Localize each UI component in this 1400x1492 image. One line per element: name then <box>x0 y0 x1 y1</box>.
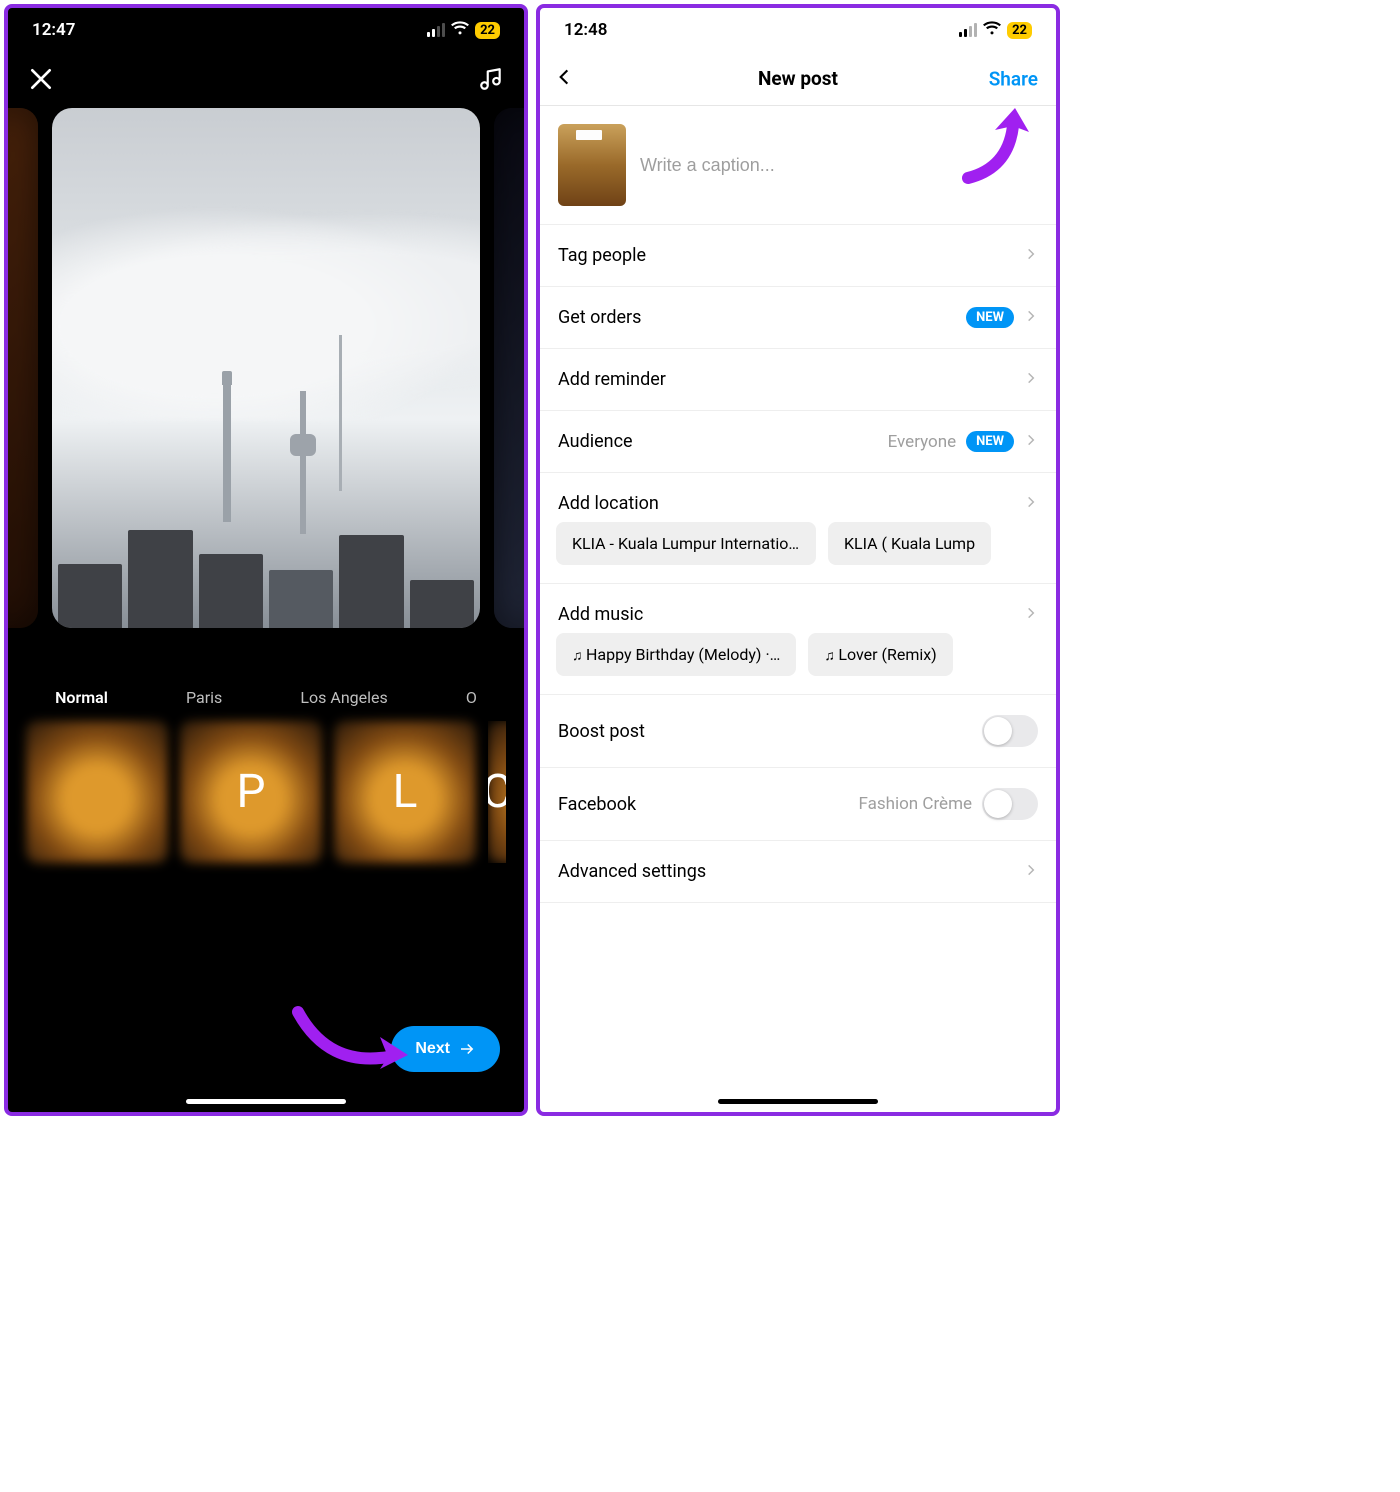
chevron-right-icon <box>1024 369 1038 390</box>
row-tag-people[interactable]: Tag people <box>540 225 1056 287</box>
new-badge: NEW <box>966 307 1014 328</box>
new-badge: NEW <box>966 431 1014 452</box>
row-label: Advanced settings <box>558 861 706 882</box>
battery-indicator: 22 <box>475 22 500 39</box>
signal-icon <box>959 23 977 37</box>
home-indicator <box>718 1099 878 1104</box>
wifi-icon <box>983 20 1001 40</box>
music-chip[interactable]: Happy Birthday (Melody) ·… <box>556 633 796 676</box>
boost-toggle[interactable] <box>982 715 1038 747</box>
next-button-label: Next <box>415 1040 450 1058</box>
filter-thumb-paris[interactable]: P <box>180 721 322 863</box>
row-label: Add reminder <box>558 369 666 390</box>
preview-main[interactable] <box>52 108 480 628</box>
row-advanced-settings[interactable]: Advanced settings <box>540 841 1056 903</box>
row-label: Tag people <box>558 245 646 266</box>
status-right: 22 <box>959 20 1032 40</box>
chevron-right-icon <box>1024 493 1038 514</box>
status-time: 12:47 <box>32 20 75 40</box>
facebook-value: Fashion Crème <box>858 794 972 814</box>
nav-bar: New post Share <box>540 52 1056 106</box>
preview-next[interactable] <box>494 108 524 628</box>
filter-screen: 12:47 22 Normal <box>4 4 528 1116</box>
new-post-screen: 12:48 22 New post Share Tag people Get o… <box>536 4 1060 1116</box>
close-icon[interactable] <box>28 66 54 92</box>
filter-label-los-angeles: Los Angeles <box>300 688 387 707</box>
row-add-location[interactable]: Add location <box>540 473 1056 522</box>
page-title: New post <box>758 67 838 90</box>
filter-thumb-row[interactable]: P L C <box>8 707 524 863</box>
back-button[interactable] <box>554 67 574 91</box>
music-chip[interactable]: Lover (Remix) <box>808 633 952 676</box>
filter-name-row: Normal Paris Los Angeles O <box>8 688 524 707</box>
status-right: 22 <box>427 20 500 40</box>
facebook-toggle[interactable] <box>982 788 1038 820</box>
post-thumbnail[interactable] <box>558 124 626 206</box>
battery-indicator: 22 <box>1007 22 1032 39</box>
filter-label-normal: Normal <box>55 688 108 707</box>
photo-preview-row[interactable] <box>8 108 524 628</box>
row-boost-post[interactable]: Boost post <box>540 695 1056 768</box>
row-label: Add music <box>558 604 643 625</box>
chevron-right-icon <box>1024 861 1038 882</box>
row-add-music[interactable]: Add music <box>540 584 1056 633</box>
wifi-icon <box>451 20 469 40</box>
location-chips: KLIA - Kuala Lumpur Internation… KLIA ( … <box>540 522 1056 584</box>
row-label: Add location <box>558 493 659 514</box>
music-icon[interactable] <box>478 66 504 92</box>
row-label: Audience <box>558 431 633 452</box>
location-chip[interactable]: KLIA - Kuala Lumpur Internation… <box>556 522 816 565</box>
status-bar: 12:47 22 <box>8 8 524 52</box>
home-indicator <box>186 1099 346 1104</box>
row-add-reminder[interactable]: Add reminder <box>540 349 1056 411</box>
filter-label-paris: Paris <box>186 688 222 707</box>
chevron-right-icon <box>1024 245 1038 266</box>
row-audience[interactable]: Audience Everyone NEW <box>540 411 1056 473</box>
row-label: Boost post <box>558 721 645 742</box>
preview-prev[interactable] <box>8 108 38 628</box>
filter-thumb-normal[interactable] <box>26 721 168 863</box>
filter-thumb-oslo[interactable]: C <box>488 721 506 863</box>
caption-row <box>540 106 1056 225</box>
location-chip[interactable]: KLIA ( Kuala Lump <box>828 522 991 565</box>
next-button[interactable]: Next <box>391 1026 500 1072</box>
status-bar: 12:48 22 <box>540 8 1056 52</box>
share-button[interactable]: Share <box>989 67 1038 90</box>
row-facebook[interactable]: Facebook Fashion Crème <box>540 768 1056 841</box>
chevron-right-icon <box>1024 604 1038 625</box>
editor-topbar <box>8 52 524 102</box>
chevron-right-icon <box>1024 307 1038 328</box>
chevron-right-icon <box>1024 431 1038 452</box>
row-label: Get orders <box>558 307 641 328</box>
caption-input[interactable] <box>640 124 1038 206</box>
row-label: Facebook <box>558 794 636 815</box>
audience-value: Everyone <box>888 432 957 452</box>
signal-icon <box>427 23 445 37</box>
status-time: 12:48 <box>564 20 607 40</box>
music-chips: Happy Birthday (Melody) ·… Lover (Remix) <box>540 633 1056 695</box>
row-get-orders[interactable]: Get orders NEW <box>540 287 1056 349</box>
filter-thumb-los-angeles[interactable]: L <box>334 721 476 863</box>
filter-label-oslo: O <box>466 688 477 707</box>
